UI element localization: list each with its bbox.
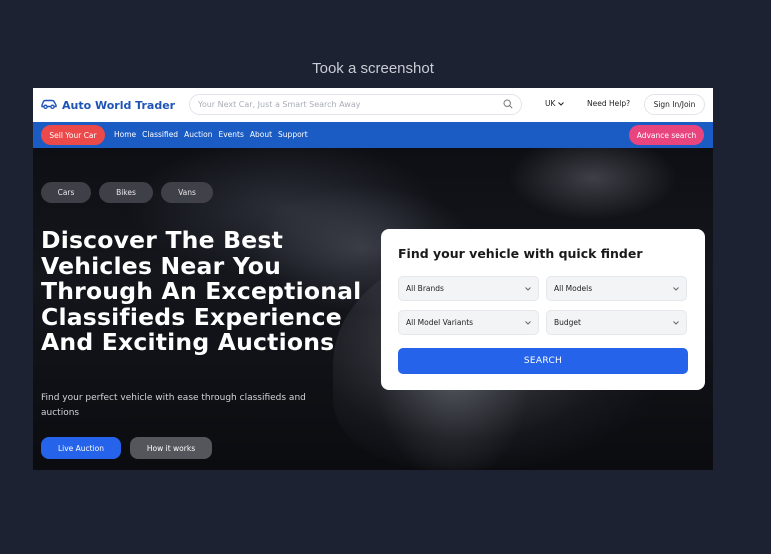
screenshot-caption: Took a screenshot bbox=[312, 60, 434, 77]
quick-finder-card: Find your vehicle with quick finder All … bbox=[381, 229, 705, 390]
chevron-down-icon bbox=[525, 285, 531, 293]
advance-search-button[interactable]: Advance search bbox=[629, 125, 704, 145]
sell-your-car-button[interactable]: Sell Your Car bbox=[41, 125, 105, 145]
nav-link-home[interactable]: Home bbox=[114, 130, 136, 139]
search-bar[interactable] bbox=[189, 94, 522, 115]
finder-title: Find your vehicle with quick finder bbox=[398, 246, 643, 261]
nav-link-about[interactable]: About bbox=[250, 130, 272, 139]
region-selector[interactable]: UK bbox=[545, 99, 565, 108]
main-nav: Sell Your Car Home Classified Auction Ev… bbox=[33, 122, 713, 148]
how-it-works-button[interactable]: How it works bbox=[130, 437, 212, 459]
need-help-link[interactable]: Need Help? bbox=[587, 99, 630, 108]
live-auction-button[interactable]: Live Auction bbox=[41, 437, 121, 459]
chevron-down-icon bbox=[558, 99, 565, 108]
chip-cars[interactable]: Cars bbox=[41, 182, 91, 203]
region-label: UK bbox=[545, 99, 556, 108]
budget-select[interactable]: Budget bbox=[546, 310, 687, 335]
nav-link-support[interactable]: Support bbox=[278, 130, 308, 139]
car-icon bbox=[41, 96, 57, 114]
nav-links: Home Classified Auction Events About Sup… bbox=[114, 130, 308, 139]
brand-name: Auto World Trader bbox=[62, 98, 176, 112]
brands-select-value: All Brands bbox=[406, 284, 444, 293]
nav-link-events[interactable]: Events bbox=[218, 130, 243, 139]
finder-search-button[interactable]: SEARCH bbox=[398, 348, 688, 374]
search-icon[interactable] bbox=[503, 96, 513, 114]
models-select[interactable]: All Models bbox=[546, 276, 687, 301]
nav-link-auction[interactable]: Auction bbox=[184, 130, 212, 139]
brands-select[interactable]: All Brands bbox=[398, 276, 539, 301]
brand-logo[interactable]: Auto World Trader bbox=[41, 96, 175, 114]
hero-subtext: Find your perfect vehicle with ease thro… bbox=[41, 393, 306, 418]
chevron-down-icon bbox=[673, 285, 679, 293]
vehicle-type-chips: Cars Bikes Vans bbox=[41, 182, 213, 203]
variants-select-value: All Model Variants bbox=[406, 318, 474, 327]
hero-headline: Discover The Best Vehicles Near You Thro… bbox=[41, 226, 362, 356]
sign-in-button[interactable]: Sign In/Join bbox=[644, 94, 705, 115]
browser-page: Auto World Trader UK Need Help? Sign In/… bbox=[33, 88, 713, 470]
hero-section: Cars Bikes Vans Discover The Best Vehicl… bbox=[33, 148, 713, 470]
chip-bikes[interactable]: Bikes bbox=[99, 182, 153, 203]
variants-select[interactable]: All Model Variants bbox=[398, 310, 539, 335]
models-select-value: All Models bbox=[554, 284, 593, 293]
budget-select-value: Budget bbox=[554, 318, 581, 327]
search-input[interactable] bbox=[198, 100, 478, 109]
chevron-down-icon bbox=[525, 319, 531, 327]
top-header: Auto World Trader UK Need Help? Sign In/… bbox=[33, 88, 713, 122]
nav-link-classified[interactable]: Classified bbox=[142, 130, 178, 139]
chip-vans[interactable]: Vans bbox=[161, 182, 213, 203]
chevron-down-icon bbox=[673, 319, 679, 327]
